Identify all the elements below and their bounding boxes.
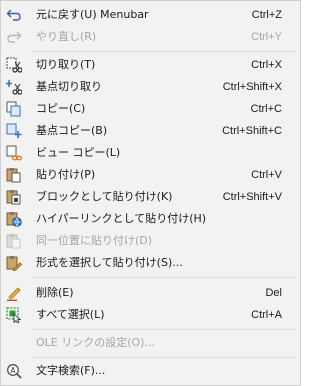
menu-item-copy-base-point[interactable]: 基点コピー(B) Ctrl+Shift+C [1,120,300,142]
paste-to-original-coords-icon [6,233,22,249]
menu-item-shortcut: Ctrl+C [250,103,282,115]
menu-item-undo[interactable]: 元に戻す(U) Menubar Ctrl+Z [1,4,300,26]
menu-item-label: 形式を選択して貼り付け(S)... [36,256,183,269]
menu-separator [31,277,296,278]
menu-separator [31,357,296,358]
menu-item-paste-as-block[interactable]: ブロックとして貼り付け(K) Ctrl+Shift+V [1,186,300,208]
menu-item-shortcut: Ctrl+V [251,169,282,181]
menu-item-shortcut: Ctrl+Shift+V [222,191,282,203]
copy-link-icon [6,145,22,161]
menu-item-redo[interactable]: やり直し(R) Ctrl+Y [1,26,300,48]
copy-with-basepoint-icon [6,123,22,139]
menu-item-copy[interactable]: コピー(C) Ctrl+C [1,98,300,120]
menu-item-label: 基点コピー(B) [36,124,108,137]
copy-icon [6,101,22,117]
menu-item-select-all[interactable]: すべて選択(L) Ctrl+A [1,304,300,326]
find-text-icon: A [6,363,22,379]
menu-item-label: コピー(C) [36,102,86,115]
menu-item-shortcut: Ctrl+X [251,59,282,71]
menu-item-find-text[interactable]: A 文字検索(F)... [1,360,300,382]
menu-item-cut[interactable]: 切り取り(T) Ctrl+X [1,54,300,76]
menu-item-label: 元に戻す(U) Menubar [36,8,149,21]
menu-item-view-copy[interactable]: ビュー コピー(L) [1,142,300,164]
menu-item-shortcut: Ctrl+Y [251,31,282,43]
menu-item-paste-as-hyperlink[interactable]: ハイパーリンクとして貼り付け(H) [1,208,300,230]
edit-menu: 元に戻す(U) Menubar Ctrl+Z やり直し(R) Ctrl+Y 切り… [0,0,301,386]
menu-item-label: 文字検索(F)... [36,364,106,377]
menu-item-label: 基点切り取り [36,80,102,93]
menu-separator [31,51,296,52]
menu-item-paste[interactable]: 貼り付け(P) Ctrl+V [1,164,300,186]
menu-item-label: 削除(E) [36,286,74,299]
menu-item-cut-base-point[interactable]: 基点切り取り Ctrl+Shift+X [1,76,300,98]
menu-item-label: ビュー コピー(L) [36,146,121,159]
menu-item-shortcut: Ctrl+Z [251,9,282,21]
menu-item-label: ハイパーリンクとして貼り付け(H) [36,212,207,225]
paste-as-block-icon [6,189,22,205]
undo-icon [6,7,22,23]
menu-item-label: OLE リンクの設定(O)... [36,336,155,349]
cut-icon [6,57,22,73]
menu-item-label: 同一位置に貼り付け(D) [36,234,153,247]
menu-item-label: やり直し(R) [36,30,97,43]
menu-separator [31,329,296,330]
menu-item-shortcut: Del [265,287,282,299]
paste-as-hyperlink-icon [6,211,22,227]
paste-icon [6,167,22,183]
menu-item-label: すべて選択(L) [36,308,105,321]
menu-item-erase[interactable]: 削除(E) Del [1,282,300,304]
erase-icon [6,285,22,301]
select-all-icon [6,307,22,323]
menu-item-label: 切り取り(T) [36,58,96,71]
menu-item-shortcut: Ctrl+Shift+C [222,125,282,137]
menu-item-shortcut: Ctrl+Shift+X [222,81,282,93]
paste-special-icon [6,255,22,271]
menu-item-paste-to-original-coords[interactable]: 同一位置に貼り付け(D) [1,230,300,252]
menu-item-paste-special[interactable]: 形式を選択して貼り付け(S)... [1,252,300,274]
menu-item-shortcut: Ctrl+A [251,309,282,321]
menu-item-label: 貼り付け(P) [36,168,96,181]
menu-item-ole-links[interactable]: OLE リンクの設定(O)... [1,332,300,354]
menu-item-label: ブロックとして貼り付け(K) [36,190,173,203]
cut-with-basepoint-icon [6,79,22,95]
redo-icon [6,29,22,45]
svg-text:A: A [10,366,16,375]
